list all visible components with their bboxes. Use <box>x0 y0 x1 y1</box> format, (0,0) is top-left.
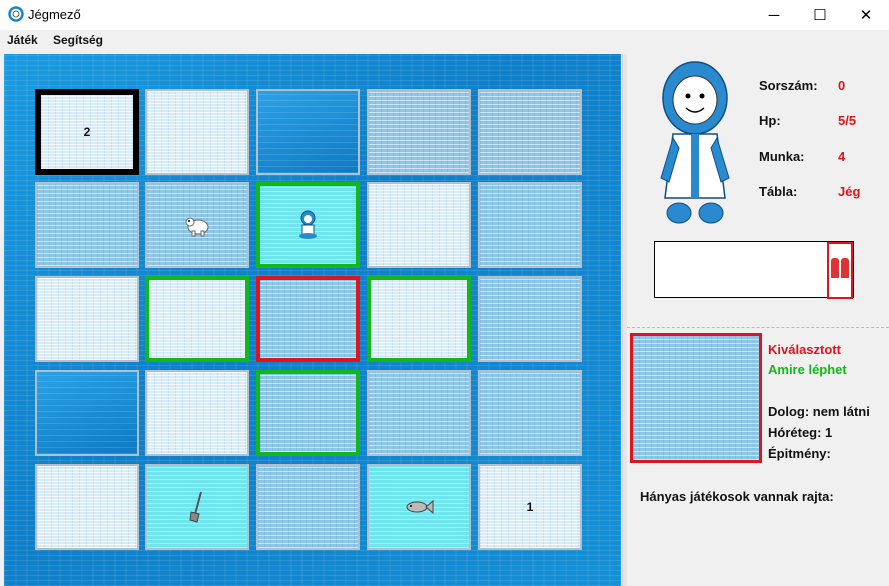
info-players-on: Hányas játékosok vannak rajta: <box>640 489 834 504</box>
close-button[interactable]: ✕ <box>843 0 889 30</box>
board-tile[interactable] <box>35 182 139 268</box>
shovel-icon <box>189 491 202 523</box>
board-tile[interactable] <box>367 464 471 550</box>
board-tile[interactable] <box>367 89 471 175</box>
info-building: Épitmény: <box>768 446 831 461</box>
stat-label-tabla: Tábla: <box>759 184 798 199</box>
window-title: Jégmező <box>28 7 81 22</box>
legend-selected: Kiválasztott <box>768 342 841 357</box>
stat-label-munka: Munka: <box>759 149 805 164</box>
board-tile[interactable] <box>367 182 471 268</box>
board-tile[interactable] <box>145 370 249 456</box>
stat-value-hp: 5/5 <box>838 113 857 128</box>
stat-value-tabla: Jég <box>838 184 861 199</box>
panel-divider <box>627 327 889 329</box>
board-tile[interactable] <box>145 182 249 268</box>
gloves-icon <box>831 258 849 282</box>
inventory-slot[interactable] <box>827 242 853 299</box>
board-tile[interactable] <box>367 276 471 362</box>
stat-label-hp: Hp: <box>759 113 781 128</box>
app-icon <box>8 6 24 22</box>
stat-label-sorszam: Sorszám: <box>759 78 818 93</box>
board-tile[interactable] <box>145 276 249 362</box>
selected-tile-preview <box>630 333 762 463</box>
menu-segitseg[interactable]: Segítség <box>53 33 103 47</box>
board-tile[interactable] <box>256 370 360 456</box>
tile-label: 2 <box>83 125 91 139</box>
board-tile[interactable]: 1 <box>478 464 582 550</box>
board-tile[interactable] <box>145 89 249 175</box>
board-tile[interactable] <box>35 464 139 550</box>
board-tile[interactable] <box>478 276 582 362</box>
menu-bar: Játék Segítség <box>0 30 889 51</box>
board-tile[interactable] <box>256 276 360 362</box>
info-thing: Dolog: nem látni <box>768 404 870 419</box>
eskimo-portrait <box>660 61 730 224</box>
minimize-button[interactable]: ─ <box>751 0 797 30</box>
eskimo-player-icon <box>299 210 317 239</box>
board-tile[interactable] <box>478 182 582 268</box>
info-snow: Hóréteg: 1 <box>768 425 833 440</box>
board-tile[interactable] <box>35 370 139 456</box>
menu-jatek[interactable]: Játék <box>7 33 38 47</box>
board-tile[interactable] <box>145 464 249 550</box>
inventory-bar <box>654 241 854 299</box>
tile-label: 1 <box>526 500 534 514</box>
stat-value-sorszam: 0 <box>838 78 846 93</box>
board-tile[interactable] <box>478 370 582 456</box>
board-tile[interactable] <box>256 182 360 268</box>
title-bar: Jégmező ─ ☐ ✕ <box>0 0 889 30</box>
board-tile[interactable] <box>478 89 582 175</box>
board-tile[interactable] <box>35 276 139 362</box>
board-tile[interactable] <box>367 370 471 456</box>
maximize-button[interactable]: ☐ <box>797 0 843 30</box>
stat-value-munka: 4 <box>838 149 846 164</box>
board-tile[interactable] <box>256 89 360 175</box>
board-tile[interactable] <box>256 464 360 550</box>
board-tile[interactable]: 2 <box>35 89 139 175</box>
legend-movable: Amire léphet <box>768 362 847 377</box>
fish-icon <box>406 499 434 515</box>
polar-bear-icon <box>185 217 209 237</box>
